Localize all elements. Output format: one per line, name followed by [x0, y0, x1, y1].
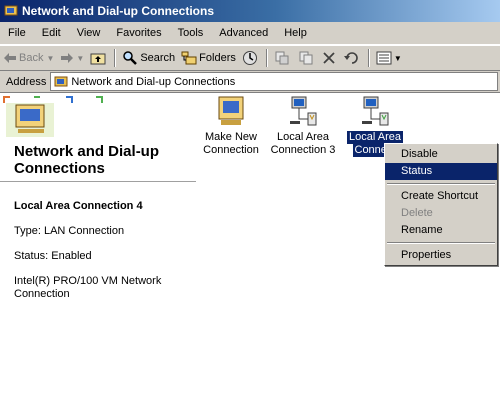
views-icon	[376, 51, 392, 65]
make-new-connection-icon	[218, 96, 244, 125]
history-button[interactable]	[239, 47, 263, 69]
menu-item-create-shortcut[interactable]: Create Shortcut	[385, 188, 497, 205]
search-button[interactable]: Search	[119, 47, 178, 69]
toolbar-separator	[265, 49, 268, 67]
menu-favorites[interactable]: Favorites	[108, 27, 169, 39]
move-to-button[interactable]	[271, 47, 295, 69]
copy-to-icon	[299, 51, 313, 65]
up-folder-icon	[90, 53, 106, 65]
menu-edit[interactable]: Edit	[34, 27, 69, 39]
adapter-name: Intel(R) PRO/100 VM Network Connection	[14, 275, 162, 300]
menu-separator	[387, 242, 495, 244]
menu-view[interactable]: View	[69, 27, 109, 39]
menu-help[interactable]: Help	[276, 27, 315, 39]
address-bar: Address Network and Dial-up Connections	[0, 71, 500, 93]
menu-file[interactable]: File	[0, 27, 34, 39]
chevron-down-icon: ▼	[46, 53, 55, 63]
undo-icon	[343, 52, 358, 64]
selected-connection-name: Local Area Connection 4	[14, 200, 143, 212]
menu-item-properties[interactable]: Properties	[385, 247, 497, 264]
folders-button[interactable]: Folders	[178, 47, 239, 69]
title-bar[interactable]: Network and Dial-up Connections	[0, 0, 500, 22]
forward-arrow-icon	[61, 53, 74, 63]
undo-button[interactable]	[341, 47, 365, 69]
search-icon	[123, 51, 138, 65]
context-menu: Disable Status Create Shortcut Delete Re…	[384, 143, 498, 266]
menu-advanced[interactable]: Advanced	[211, 27, 276, 39]
address-value: Network and Dial-up Connections	[71, 75, 236, 88]
make-new-connection-item[interactable]: Make New Connection	[195, 95, 267, 157]
back-arrow-icon	[4, 53, 16, 63]
details-pane: Network and Dial-up Connections Local Ar…	[0, 93, 196, 414]
back-button[interactable]: Back ▼	[0, 47, 57, 69]
views-button[interactable]: ▼	[373, 47, 405, 69]
copy-to-button[interactable]	[295, 47, 319, 69]
move-to-icon	[275, 51, 289, 65]
delete-button[interactable]	[319, 47, 341, 69]
menu-separator	[387, 183, 495, 185]
delete-x-icon	[323, 52, 335, 64]
lan-connection-icon	[290, 96, 317, 126]
menu-bar: File Edit View Favorites Tools Advanced …	[0, 22, 500, 45]
menu-item-rename[interactable]: Rename	[385, 222, 497, 239]
connection-type: Type: LAN Connection	[14, 225, 125, 237]
menu-tools[interactable]: Tools	[170, 27, 212, 39]
title-divider	[0, 181, 196, 182]
history-icon	[242, 51, 257, 65]
window-title: Network and Dial-up Connections	[22, 4, 215, 18]
up-folder-button[interactable]	[87, 47, 111, 69]
toolbar: Back ▼ ▼ Search Folders ▼	[0, 45, 500, 71]
menu-item-delete[interactable]: Delete	[385, 205, 497, 222]
local-area-connection-3-item[interactable]: Local Area Connection 3	[267, 95, 339, 157]
lan-connection-icon	[362, 96, 389, 126]
chevron-down-icon: ▼	[393, 53, 402, 63]
forward-button[interactable]: ▼	[57, 47, 87, 69]
toolbar-separator	[114, 49, 117, 67]
connection-status: Status: Enabled	[14, 250, 92, 262]
toolbar-separator	[367, 49, 370, 67]
network-connections-icon	[54, 76, 68, 87]
network-connections-icon	[4, 5, 18, 16]
menu-item-disable[interactable]: Disable	[385, 146, 497, 163]
address-label: Address	[6, 75, 47, 88]
panel-title: Network and Dial-up Connections	[14, 143, 160, 177]
network-folder-banner-icon	[3, 96, 103, 137]
address-field[interactable]: Network and Dial-up Connections	[50, 72, 498, 91]
folders-icon	[181, 51, 197, 65]
chevron-down-icon: ▼	[76, 53, 85, 63]
menu-item-status[interactable]: Status	[385, 163, 497, 180]
